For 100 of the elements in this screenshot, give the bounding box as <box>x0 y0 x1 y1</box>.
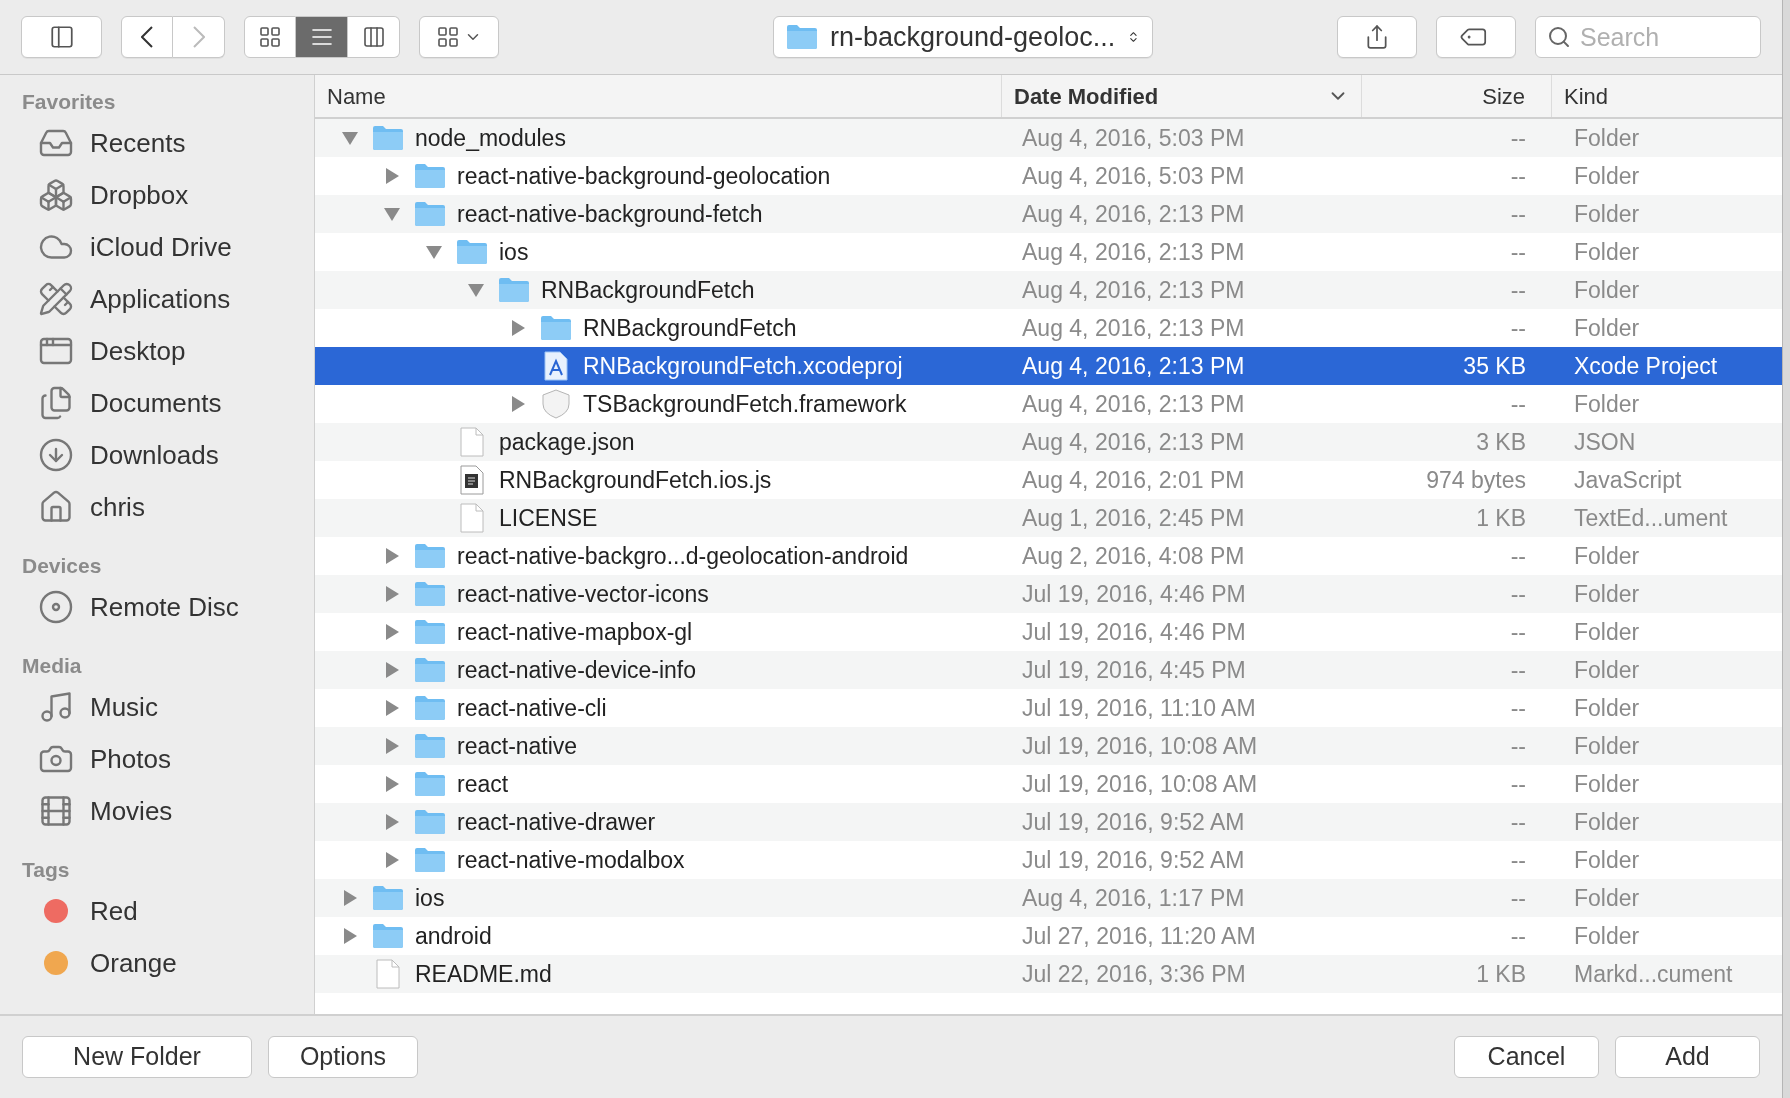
disclosure-triangle[interactable] <box>384 586 400 602</box>
sidebar-item[interactable]: Orange <box>22 937 314 989</box>
file-kind: Folder <box>1574 162 1640 189</box>
folder-icon <box>414 657 446 683</box>
disclosure-triangle[interactable] <box>384 814 400 830</box>
file-kind: Folder <box>1574 884 1640 911</box>
sidebar-toggle-button[interactable] <box>21 16 102 58</box>
file-row[interactable]: README.md Jul 22, 2016, 3:36 PM 1 KB Markd...cument <box>315 955 1782 993</box>
disclosure-triangle[interactable] <box>510 320 526 336</box>
file-row[interactable]: react-native-device-info Jul 19, 2016, 4:45 PM -- Folder <box>315 651 1782 689</box>
sidebar-item[interactable]: Movies <box>22 785 314 837</box>
file-row[interactable]: RNBackgroundFetch.xcodeproj Aug 4, 2016, 2:13 PM 35 KB Xcode Project <box>315 347 1782 385</box>
view-mode-button[interactable] <box>348 16 400 58</box>
file-name: RNBackgroundFetch <box>541 275 755 305</box>
sidebar-item[interactable]: Applications <box>22 273 314 325</box>
file-row[interactable]: ios Aug 4, 2016, 1:17 PM -- Folder <box>315 879 1782 917</box>
share-icon <box>1364 24 1390 50</box>
file-row[interactable]: LICENSE Aug 1, 2016, 2:45 PM 1 KB TextEd...ument <box>315 499 1782 537</box>
file-size: -- <box>1510 389 1526 419</box>
column-header[interactable]: Name <box>315 75 1002 117</box>
disclosure-triangle[interactable] <box>426 244 442 260</box>
folder-icon <box>414 201 446 227</box>
script-file-icon <box>460 465 484 495</box>
file-name: package.json <box>499 427 635 457</box>
file-size: -- <box>1510 579 1526 609</box>
project-file-icon <box>544 351 568 381</box>
file-size: -- <box>1510 845 1526 875</box>
folder-icon <box>540 315 572 341</box>
sidebar-item[interactable]: Downloads <box>22 429 314 481</box>
sidebar-item[interactable]: Remote Disc <box>22 581 314 633</box>
date-modified: Aug 4, 2016, 2:13 PM <box>1022 352 1245 379</box>
file-kind: Folder <box>1574 922 1640 949</box>
file-size: -- <box>1510 655 1526 685</box>
sidebar-item[interactable]: Dropbox <box>22 169 314 221</box>
sidebar-item[interactable]: Documents <box>22 377 314 429</box>
disclosure-triangle[interactable] <box>384 738 400 754</box>
back-button[interactable] <box>121 16 173 58</box>
group-by-button[interactable] <box>419 16 499 58</box>
file-row[interactable]: node_modules Aug 4, 2016, 5:03 PM -- Folder <box>315 119 1782 157</box>
file-name: react-native-background-fetch <box>457 199 763 229</box>
disclosure-triangle[interactable] <box>342 928 358 944</box>
disclosure-triangle[interactable] <box>384 776 400 792</box>
sidebar-item[interactable]: Red <box>22 885 314 937</box>
sidebar-item[interactable]: iCloud Drive <box>22 221 314 273</box>
file-size: 974 bytes <box>1426 465 1526 495</box>
disclosure-triangle[interactable] <box>510 396 526 412</box>
path-popup-button[interactable]: rn-background-geoloc... <box>773 16 1153 58</box>
file-row[interactable]: RNBackgroundFetch Aug 4, 2016, 2:13 PM -- Folder <box>315 271 1782 309</box>
download-icon <box>38 437 74 473</box>
column-header[interactable]: Size <box>1362 75 1552 117</box>
file-kind: Folder <box>1574 580 1640 607</box>
column-header[interactable]: Date Modified <box>1002 75 1362 117</box>
view-mode-button[interactable] <box>296 16 348 58</box>
document-icon <box>460 503 484 533</box>
file-row[interactable]: react-native-drawer Jul 19, 2016, 9:52 AM -- Folder <box>315 803 1782 841</box>
file-name: ios <box>415 883 445 913</box>
sidebar-item[interactable]: Music <box>22 681 314 733</box>
disclosure-triangle[interactable] <box>384 852 400 868</box>
file-size: 3 KB <box>1476 427 1526 457</box>
column-header[interactable]: Kind <box>1552 75 1782 117</box>
disclosure-triangle[interactable] <box>342 130 358 146</box>
file-size: -- <box>1510 769 1526 799</box>
sidebar-item[interactable]: chris <box>22 481 314 533</box>
back-icon <box>141 26 153 48</box>
disclosure-triangle[interactable] <box>342 890 358 906</box>
disclosure-triangle[interactable] <box>384 662 400 678</box>
footer-button[interactable]: Options <box>268 1036 418 1078</box>
tag-button[interactable] <box>1436 16 1516 58</box>
file-row[interactable]: package.json Aug 4, 2016, 2:13 PM 3 KB JSON <box>315 423 1782 461</box>
file-size: -- <box>1510 123 1526 153</box>
file-kind: Folder <box>1574 314 1640 341</box>
date-modified: Jul 19, 2016, 9:52 AM <box>1022 846 1245 873</box>
disclosure-triangle[interactable] <box>384 624 400 640</box>
file-row[interactable]: react-native-background-fetch Aug 4, 2016, 2:13 PM -- Folder <box>315 195 1782 233</box>
disclosure-triangle[interactable] <box>384 700 400 716</box>
disclosure-triangle[interactable] <box>468 282 484 298</box>
file-kind: Folder <box>1574 656 1640 683</box>
file-kind: Folder <box>1574 390 1640 417</box>
sidebar-item[interactable]: Photos <box>22 733 314 785</box>
footer-button[interactable]: Cancel <box>1454 1036 1599 1078</box>
disclosure-triangle[interactable] <box>384 168 400 184</box>
file-row[interactable]: react-native-vector-icons Jul 19, 2016, 4:46 PM -- Folder <box>315 575 1782 613</box>
disclosure-triangle[interactable] <box>384 206 400 222</box>
footer-button[interactable]: Add <box>1615 1036 1760 1078</box>
sidebar-item[interactable]: Recents <box>22 117 314 169</box>
forward-icon <box>192 26 205 48</box>
sidebar-item[interactable]: Desktop <box>22 325 314 377</box>
view-mode-button[interactable] <box>244 16 296 58</box>
sidebar-icon <box>48 24 75 50</box>
disc-icon <box>38 589 74 625</box>
file-kind: Folder <box>1574 124 1640 151</box>
disclosure-triangle[interactable] <box>384 548 400 564</box>
file-kind: Folder <box>1574 808 1640 835</box>
file-row[interactable]: react-native Jul 19, 2016, 10:08 AM -- Folder <box>315 727 1782 765</box>
search-field[interactable]: Search <box>1535 16 1761 58</box>
footer-button[interactable]: New Folder <box>22 1036 252 1078</box>
share-button[interactable] <box>1337 16 1417 58</box>
file-name: react-native <box>457 731 578 761</box>
file-size: -- <box>1510 883 1526 913</box>
sidebar-section-title: Tags <box>22 857 71 883</box>
